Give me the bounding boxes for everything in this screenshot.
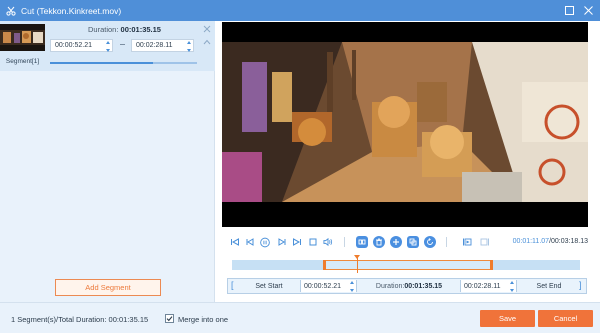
skip-to-start-icon[interactable] xyxy=(230,237,240,247)
cut-start-value: 00:00:52.21 xyxy=(304,282,341,290)
cut-start-stepper[interactable] xyxy=(349,281,355,292)
delete-icon[interactable] xyxy=(373,236,385,248)
segment-start-value: 00:00:52.21 xyxy=(55,42,92,49)
segment-duration-label: Duration: xyxy=(88,25,119,34)
segment-end-value: 00:02:28.11 xyxy=(136,42,173,49)
cut-duration-label: Duration: xyxy=(375,282,405,290)
forward-icon[interactable] xyxy=(277,237,287,247)
timeline-track[interactable] xyxy=(232,260,580,270)
bracket-right-icon: ] xyxy=(579,280,582,290)
pause-icon[interactable] xyxy=(260,237,270,247)
bracket-left-icon: [ xyxy=(231,280,234,290)
cancel-button[interactable]: Cancel xyxy=(538,310,593,327)
skip-to-end-icon[interactable] xyxy=(292,237,302,247)
segment-start-input[interactable]: 00:00:52.21 xyxy=(50,39,113,52)
cut-end-stepper[interactable] xyxy=(509,281,515,292)
go-to-start-marker-icon[interactable] xyxy=(462,237,472,247)
reset-icon[interactable] xyxy=(424,236,436,248)
cut-range-bar: [ Set Start 00:00:52.21 Duration: 00:01:3… xyxy=(227,278,587,294)
cut-duration-value: 00:01:35.15 xyxy=(404,282,443,290)
video-frame xyxy=(222,22,588,227)
end-handle[interactable] xyxy=(489,260,493,270)
segment-split-icon[interactable] xyxy=(356,236,368,248)
checkmark-icon xyxy=(166,316,173,322)
volume-icon[interactable] xyxy=(323,237,333,247)
chevron-up-icon[interactable] xyxy=(203,38,211,46)
segment-label: Segment[1] xyxy=(5,58,40,65)
segment-duration-value: 00:01:35.15 xyxy=(120,25,161,34)
rewind-icon[interactable] xyxy=(245,237,255,247)
segments-summary: 1 Segment(s)/Total Duration: 00:01:35.15 xyxy=(11,315,149,324)
playhead[interactable] xyxy=(356,256,358,273)
close-icon[interactable] xyxy=(582,4,595,17)
range-dash xyxy=(120,44,125,45)
start-handle[interactable] xyxy=(322,260,326,270)
segment-duration: Duration: 00:01:35.15 xyxy=(88,25,161,34)
segment-progress-fill xyxy=(50,62,153,64)
segment-end-input[interactable]: 00:02:28.11 xyxy=(131,39,194,52)
cut-start-input[interactable]: 00:00:52.21 xyxy=(300,280,357,292)
video-preview xyxy=(222,22,588,227)
copy-icon[interactable] xyxy=(407,236,419,248)
go-to-end-marker-icon[interactable] xyxy=(480,237,490,247)
window-title: Cut (Tekkon.Kinkreet.mov) xyxy=(21,5,122,16)
save-button[interactable]: Save xyxy=(480,310,535,327)
controls-separator xyxy=(344,237,345,247)
add-icon[interactable] xyxy=(390,236,402,248)
stop-icon[interactable] xyxy=(308,237,318,247)
timeline-selection[interactable] xyxy=(322,260,493,270)
cut-duration: Duration: 00:01:35.15 xyxy=(359,280,459,292)
end-stepper[interactable] xyxy=(186,41,192,52)
segment-thumbnail xyxy=(0,24,45,51)
controls-separator-2 xyxy=(446,237,447,247)
current-time: 00:01:11.07 xyxy=(512,238,550,245)
add-segment-button[interactable]: Add Segment xyxy=(55,279,161,296)
time-display: 00:01:11.07/00:03:18.13 xyxy=(513,238,588,245)
total-time: 00:03:18.13 xyxy=(551,238,588,245)
scissors-icon xyxy=(6,6,16,16)
cut-end-value: 00:02:28.11 xyxy=(464,282,501,290)
player-controls: 00:01:11.07/00:03:18.13 xyxy=(222,233,588,251)
title-bar: Cut (Tekkon.Kinkreet.mov) xyxy=(0,0,600,21)
segment-progress-bar xyxy=(50,62,197,64)
footer-bar: 1 Segment(s)/Total Duration: 00:01:35.15… xyxy=(0,302,600,333)
merge-checkbox[interactable] xyxy=(165,314,174,323)
set-end-button[interactable]: Set End xyxy=(520,280,578,292)
start-stepper[interactable] xyxy=(105,41,111,52)
set-start-button[interactable]: Set Start xyxy=(240,280,298,292)
segment-panel: Segment[1] Duration: 00:01:35.15 00:00:5… xyxy=(0,21,215,302)
segment-item[interactable]: Segment[1] Duration: 00:01:35.15 00:00:5… xyxy=(0,21,215,71)
cut-end-input[interactable]: 00:02:28.11 xyxy=(460,280,517,292)
restore-icon[interactable] xyxy=(563,4,576,17)
close-segment-icon[interactable] xyxy=(203,25,211,33)
merge-label: Merge into one xyxy=(178,315,229,324)
